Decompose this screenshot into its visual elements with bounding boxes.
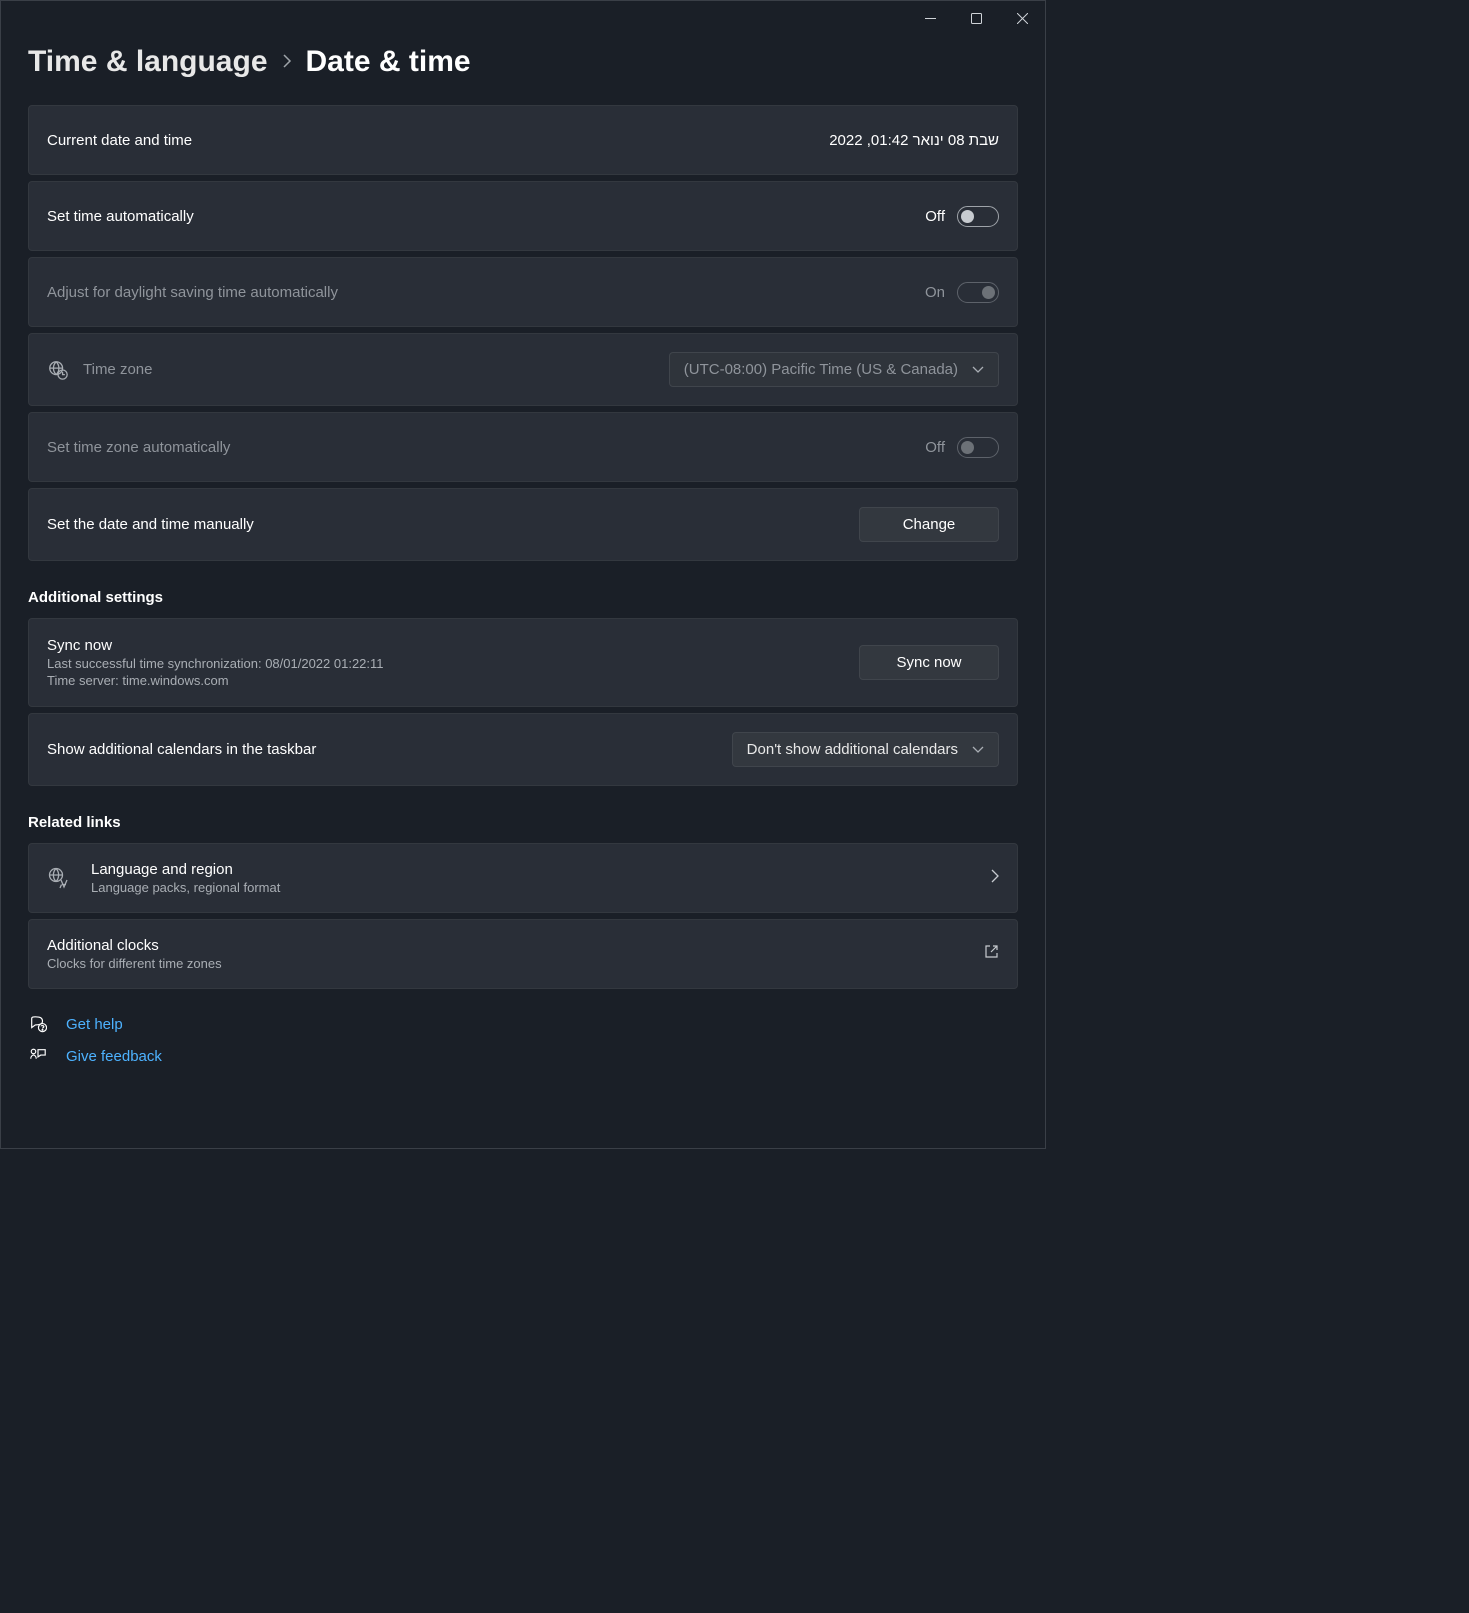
dst-auto-row: Adjust for daylight saving time automati… bbox=[28, 257, 1018, 327]
additional-settings-heading: Additional settings bbox=[28, 589, 1018, 606]
language-region-link[interactable]: Language and region Language packs, regi… bbox=[28, 843, 1018, 913]
set-time-auto-label: Set time automatically bbox=[47, 208, 925, 225]
sync-now-row: Sync now Last successful time synchroniz… bbox=[28, 618, 1018, 707]
set-tz-auto-toggle bbox=[957, 437, 999, 458]
calendars-label: Show additional calendars in the taskbar bbox=[47, 741, 732, 758]
set-time-auto-control: Off bbox=[925, 206, 999, 227]
language-region-title: Language and region bbox=[91, 861, 991, 878]
breadcrumb-parent[interactable]: Time & language bbox=[28, 45, 268, 79]
sync-now-title: Sync now bbox=[47, 637, 859, 654]
sync-time-server: Time server: time.windows.com bbox=[47, 673, 859, 688]
additional-clocks-title: Additional clocks bbox=[47, 937, 984, 954]
sync-now-info: Sync now Last successful time synchroniz… bbox=[47, 637, 859, 688]
sync-last-success: Last successful time synchronization: 08… bbox=[47, 656, 859, 671]
titlebar bbox=[1, 1, 1045, 35]
close-button[interactable] bbox=[999, 1, 1045, 35]
current-datetime-row: Current date and time שבת 08 ינואר 01:42… bbox=[28, 105, 1018, 175]
time-zone-dropdown: (UTC-08:00) Pacific Time (US & Canada) bbox=[669, 352, 999, 387]
help-icon bbox=[28, 1015, 48, 1033]
dst-auto-label: Adjust for daylight saving time automati… bbox=[47, 284, 925, 301]
calendars-row: Show additional calendars in the taskbar… bbox=[28, 713, 1018, 786]
set-time-auto-state: Off bbox=[925, 208, 945, 225]
dst-auto-state: On bbox=[925, 284, 945, 301]
globe-language-icon bbox=[47, 866, 91, 890]
settings-window: Time & language Date & time Current date… bbox=[0, 0, 1046, 1149]
open-external-icon bbox=[984, 944, 999, 964]
get-help-link[interactable]: Get help bbox=[28, 1015, 1018, 1033]
content-area: Time & language Date & time Current date… bbox=[1, 35, 1045, 1148]
maximize-button[interactable] bbox=[953, 1, 999, 35]
page-title: Date & time bbox=[306, 45, 471, 79]
minimize-button[interactable] bbox=[907, 1, 953, 35]
time-zone-label: Time zone bbox=[83, 361, 669, 378]
related-links-heading: Related links bbox=[28, 814, 1018, 831]
additional-clocks-info: Additional clocks Clocks for different t… bbox=[47, 937, 984, 971]
set-manual-row: Set the date and time manually Change bbox=[28, 488, 1018, 561]
set-tz-auto-state: Off bbox=[925, 439, 945, 456]
give-feedback-text: Give feedback bbox=[66, 1048, 162, 1065]
get-help-text: Get help bbox=[66, 1016, 123, 1033]
current-datetime-value: שבת 08 ינואר 01:42, 2022 bbox=[829, 132, 999, 149]
chevron-right-icon bbox=[991, 869, 999, 888]
calendars-dropdown[interactable]: Don't show additional calendars bbox=[732, 732, 999, 767]
chevron-right-icon bbox=[282, 52, 292, 73]
breadcrumb: Time & language Date & time bbox=[28, 45, 1018, 79]
calendars-value: Don't show additional calendars bbox=[747, 741, 958, 758]
set-tz-auto-control: Off bbox=[925, 437, 999, 458]
set-tz-auto-row: Set time zone automatically Off bbox=[28, 412, 1018, 482]
dst-auto-control: On bbox=[925, 282, 999, 303]
current-datetime-label: Current date and time bbox=[47, 132, 829, 149]
give-feedback-link[interactable]: Give feedback bbox=[28, 1047, 1018, 1065]
sync-now-button[interactable]: Sync now bbox=[859, 645, 999, 680]
feedback-icon bbox=[28, 1047, 48, 1065]
globe-clock-icon bbox=[47, 359, 83, 381]
change-button[interactable]: Change bbox=[859, 507, 999, 542]
additional-clocks-sub: Clocks for different time zones bbox=[47, 956, 984, 971]
set-time-auto-toggle[interactable] bbox=[957, 206, 999, 227]
set-manual-label: Set the date and time manually bbox=[47, 516, 859, 533]
chevron-down-icon bbox=[972, 741, 984, 758]
dst-auto-toggle bbox=[957, 282, 999, 303]
chevron-down-icon bbox=[972, 361, 984, 378]
set-time-auto-row: Set time automatically Off bbox=[28, 181, 1018, 251]
time-zone-row: Time zone (UTC-08:00) Pacific Time (US &… bbox=[28, 333, 1018, 406]
additional-clocks-link[interactable]: Additional clocks Clocks for different t… bbox=[28, 919, 1018, 989]
set-tz-auto-label: Set time zone automatically bbox=[47, 439, 925, 456]
time-zone-value: (UTC-08:00) Pacific Time (US & Canada) bbox=[684, 361, 958, 378]
language-region-info: Language and region Language packs, regi… bbox=[91, 861, 991, 895]
language-region-sub: Language packs, regional format bbox=[91, 880, 991, 895]
help-links: Get help Give feedback bbox=[28, 1015, 1018, 1065]
